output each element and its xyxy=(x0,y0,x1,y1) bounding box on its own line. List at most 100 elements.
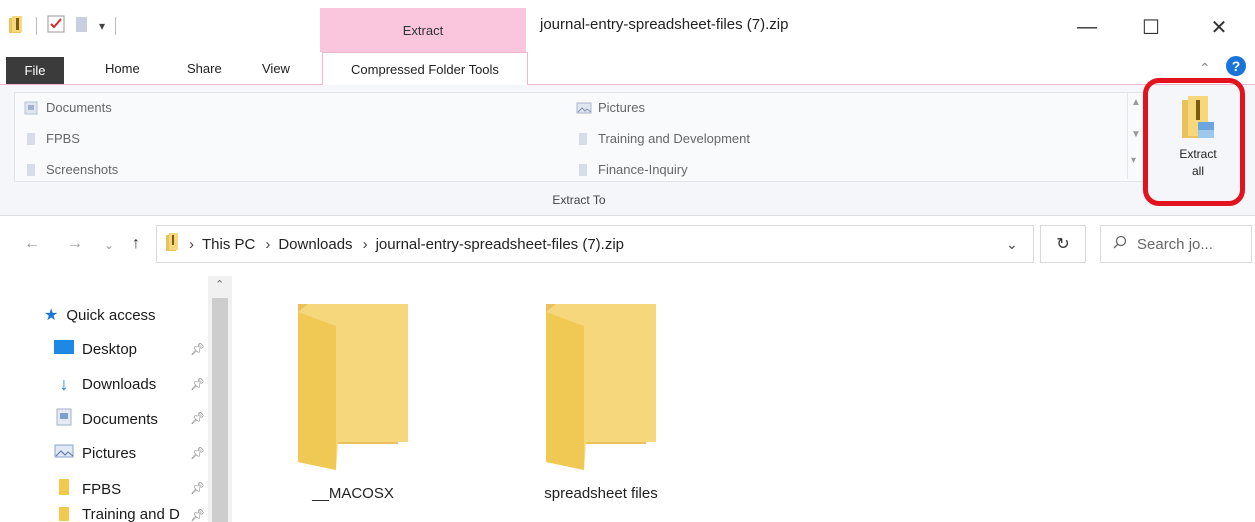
qat-separator xyxy=(36,17,37,35)
folder-icon xyxy=(24,163,38,177)
large-folder-icon xyxy=(546,304,658,476)
folder-icon xyxy=(576,132,590,146)
nav-item-downloads[interactable]: ↓ Downloads xyxy=(54,374,157,395)
nav-label: Quick access xyxy=(66,306,156,324)
download-arrow-icon: ↓ xyxy=(59,374,69,394)
refresh-button[interactable]: ↻ xyxy=(1040,225,1086,263)
qat-separator-2 xyxy=(115,17,117,35)
customize-qat-icon[interactable]: ▾ xyxy=(99,19,105,33)
new-folder-icon[interactable] xyxy=(75,15,89,38)
extract-to-pictures[interactable]: Pictures xyxy=(576,100,645,115)
gallery-item-label: Documents xyxy=(46,100,112,115)
pin-icon[interactable]: 📌︎ xyxy=(190,342,205,356)
scroll-up-icon[interactable]: ⌃ xyxy=(215,278,224,291)
gallery-item-label: Training and Development xyxy=(598,131,750,146)
refresh-icon: ↻ xyxy=(1056,236,1070,253)
folder-label-spreadsheet-files: spreadsheet files xyxy=(544,485,658,502)
address-bar[interactable]: › This PC › Downloads › journal-entry-sp… xyxy=(156,225,1034,263)
tab-compressed-folder-tools[interactable]: Compressed Folder Tools xyxy=(322,52,528,86)
nav-scrollbar[interactable]: ⌃ xyxy=(208,276,232,522)
gallery-scroll[interactable]: ▲ ▼ ▾ xyxy=(1127,93,1144,179)
pin-icon[interactable]: 📌︎ xyxy=(190,411,205,425)
nav-item-desktop[interactable]: Desktop xyxy=(54,339,137,359)
desktop-icon xyxy=(54,339,74,359)
extract-to-training[interactable]: Training and Development xyxy=(576,131,750,146)
highlight-ring xyxy=(1143,78,1245,206)
recent-locations-icon[interactable]: ⌄ xyxy=(104,238,114,252)
breadcrumb-downloads[interactable]: Downloads xyxy=(278,236,352,253)
quick-access-toolbar: ▾ xyxy=(8,14,117,39)
maximize-button[interactable]: ☐ xyxy=(1128,10,1174,44)
nav-item-training[interactable]: Training and D xyxy=(54,507,180,522)
large-folder-icon xyxy=(298,304,410,476)
folder-label-macosx: __MACOSX xyxy=(312,485,394,502)
nav-item-pictures[interactable]: Pictures xyxy=(54,443,136,463)
extract-to-group-label: Extract To xyxy=(552,193,606,207)
pictures-icon xyxy=(54,443,74,463)
extract-to-screenshots[interactable]: Screenshots xyxy=(24,162,118,177)
nav-label: Documents xyxy=(82,410,158,428)
nav-label: FPBS xyxy=(82,480,122,498)
documents-icon xyxy=(54,408,74,430)
pin-icon[interactable]: 📌︎ xyxy=(190,508,205,522)
pin-icon[interactable]: 📌︎ xyxy=(190,446,205,460)
nav-label: Downloads xyxy=(82,376,157,393)
search-icon xyxy=(1113,235,1127,253)
nav-label: Pictures xyxy=(82,444,137,462)
gallery-item-label: Screenshots xyxy=(46,162,119,177)
breadcrumb-zip[interactable]: journal-entry-spreadsheet-files (7).zip xyxy=(376,236,624,253)
scroll-up-icon[interactable]: ▲ xyxy=(1131,97,1141,108)
scroll-down-icon[interactable]: ▼ xyxy=(1131,129,1141,140)
folder-icon xyxy=(576,163,590,177)
gallery-item-label: Pictures xyxy=(598,100,645,115)
nav-label: Training and D xyxy=(82,507,180,522)
documents-icon xyxy=(24,101,38,115)
folder-icon xyxy=(24,132,38,146)
maximize-icon: ☐ xyxy=(1142,16,1160,39)
extract-to-documents[interactable]: Documents xyxy=(24,100,112,115)
folder-macosx[interactable] xyxy=(298,302,408,472)
breadcrumb-separator-icon: › xyxy=(265,235,271,253)
gallery-item-label: Finance-Inquiry xyxy=(598,162,688,177)
search-placeholder: Search jo... xyxy=(1137,235,1213,253)
pin-icon[interactable]: 📌︎ xyxy=(190,377,205,391)
close-icon: ✕ xyxy=(1210,16,1228,39)
extract-to-finance-inquiry[interactable]: Finance-Inquiry xyxy=(576,162,688,177)
zip-folder-icon xyxy=(165,232,179,256)
gallery-item-label: FPBS xyxy=(46,131,80,146)
window-title: journal-entry-spreadsheet-files (7).zip xyxy=(540,16,789,33)
gallery-more-icon[interactable]: ▾ xyxy=(1131,155,1136,166)
star-icon: ★ xyxy=(44,307,59,324)
tab-share[interactable]: Share xyxy=(187,61,222,76)
tab-file[interactable]: File xyxy=(6,57,64,84)
context-group-label: Extract xyxy=(402,23,444,38)
up-icon[interactable]: ↑ xyxy=(132,235,140,253)
minimize-button[interactable]: — xyxy=(1064,10,1110,44)
pictures-icon xyxy=(576,101,592,115)
app-folder-icon[interactable] xyxy=(8,14,26,39)
extract-to-fpbs[interactable]: FPBS xyxy=(24,131,80,146)
tab-home[interactable]: Home xyxy=(105,61,140,76)
folder-icon xyxy=(54,478,74,500)
forward-icon[interactable]: → xyxy=(67,235,83,253)
nav-quick-access[interactable]: ★ Quick access xyxy=(44,305,156,325)
tab-view[interactable]: View xyxy=(262,61,290,76)
nav-label: Desktop xyxy=(82,340,138,358)
folder-icon xyxy=(54,507,74,522)
back-icon[interactable]: ← xyxy=(24,235,40,253)
help-icon[interactable]: ? xyxy=(1226,56,1246,76)
collapse-ribbon-icon[interactable]: ⌃ xyxy=(1199,60,1211,77)
close-button[interactable]: ✕ xyxy=(1196,10,1242,44)
breadcrumb-this-pc[interactable]: This PC xyxy=(202,236,255,253)
nav-item-fpbs[interactable]: FPBS xyxy=(54,478,121,500)
search-input[interactable]: Search jo... xyxy=(1100,225,1252,263)
breadcrumb-separator-icon: › xyxy=(189,235,194,253)
properties-icon[interactable] xyxy=(47,15,65,38)
folder-spreadsheet-files[interactable] xyxy=(546,302,656,472)
pin-icon[interactable]: 📌︎ xyxy=(190,481,205,495)
scroll-thumb[interactable] xyxy=(212,298,228,522)
nav-item-documents[interactable]: Documents xyxy=(54,408,158,430)
address-dropdown-icon[interactable]: ⌄ xyxy=(1006,236,1018,253)
breadcrumb-separator-icon: › xyxy=(362,235,368,253)
minimize-icon: — xyxy=(1077,15,1097,38)
